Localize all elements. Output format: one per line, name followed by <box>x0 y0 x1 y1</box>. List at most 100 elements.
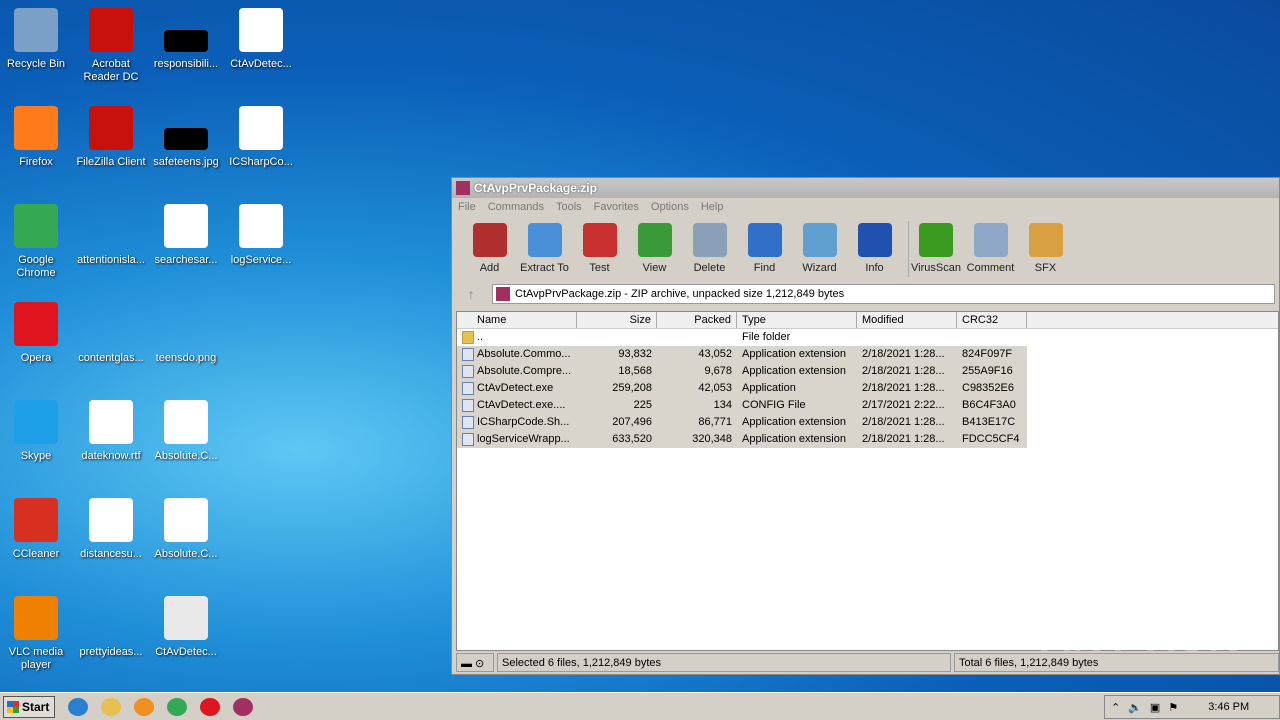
column-header-crc32[interactable]: CRC32 <box>957 312 1027 328</box>
file-row[interactable]: CtAvDetect.exe 259,208 42,053 Application 2/… <box>457 380 1278 397</box>
toolbar-add-button[interactable]: Add <box>462 221 517 277</box>
column-header-modified[interactable]: Modified <box>857 312 957 328</box>
desktop-icon-image <box>89 204 133 248</box>
menu-commands[interactable]: Commands <box>488 201 544 214</box>
toolbar-comment-button[interactable]: Comment <box>963 221 1018 277</box>
system-tray: ⌃ 🔈 ▣ ⚑ 3:46 PM <box>1104 695 1280 719</box>
network-icon[interactable]: ▣ <box>1150 701 1160 714</box>
toolbar-virusscan-button[interactable]: VirusScan <box>908 221 963 277</box>
menu-help[interactable]: Help <box>701 201 724 214</box>
taskbar-opera-icon[interactable] <box>200 697 220 716</box>
clock[interactable]: 3:46 PM <box>1208 701 1249 713</box>
address-text: CtAvpPrvPackage.zip - ZIP archive, unpac… <box>515 288 845 300</box>
desktop-icon[interactable]: dateknow.rtf <box>73 400 149 463</box>
taskbar-chrome-icon[interactable] <box>167 697 187 716</box>
desktop-icon[interactable]: ICSharpCo... <box>223 106 299 169</box>
column-header-packed[interactable]: Packed <box>657 312 737 328</box>
desktop-icon[interactable]: teensdo.png <box>148 302 224 365</box>
desktop-icon[interactable]: CtAvDetec... <box>223 8 299 71</box>
desktop-icon[interactable]: CCleaner <box>0 498 74 561</box>
menu-favorites[interactable]: Favorites <box>594 201 639 214</box>
desktop-icon[interactable]: Firefox <box>0 106 74 169</box>
toolbar-wizard-button[interactable]: Wizard <box>792 221 847 277</box>
desktop-icon[interactable]: responsibili... <box>148 8 224 71</box>
desktop-icon[interactable]: contentglas... <box>73 302 149 365</box>
menu-options[interactable]: Options <box>651 201 689 214</box>
file-icon <box>462 433 474 446</box>
taskbar-media-player-icon[interactable] <box>134 697 154 716</box>
desktop-icon-image <box>89 106 133 150</box>
desktop-icon[interactable]: attentionisla... <box>73 204 149 267</box>
desktop-icon[interactable]: Absolute.C... <box>148 400 224 463</box>
file-row[interactable]: .. File folder <box>457 329 1278 346</box>
desktop-icon[interactable]: Absolute.C... <box>148 498 224 561</box>
cell-name: CtAvDetect.exe <box>457 380 577 397</box>
cell-packed: 9,678 <box>657 363 737 380</box>
cell-crc <box>957 329 1027 346</box>
desktop-icon-image <box>164 204 208 248</box>
column-header-name[interactable]: Name <box>457 312 577 328</box>
desktop-icon-label: Skype <box>20 450 52 462</box>
taskbar-winrar-icon[interactable] <box>233 697 253 716</box>
column-header-type[interactable]: Type <box>737 312 857 328</box>
column-headers: Name Size Packed Type Modified CRC32 <box>457 312 1278 329</box>
file-row[interactable]: ICSharpCode.Sh... 207,496 86,771 Applicatio… <box>457 414 1278 431</box>
desktop-icon[interactable]: Opera <box>0 302 74 365</box>
book-icon <box>637 223 672 257</box>
desktop-icon-image <box>89 400 133 444</box>
desktop-icon-image <box>89 596 133 640</box>
file-row[interactable]: CtAvDetect.exe.... 225 134 CONFIG File 2/17/… <box>457 397 1278 414</box>
toolbar-sfx-button[interactable]: SFX <box>1018 221 1073 277</box>
desktop-icon-label: distancesu... <box>80 548 142 560</box>
desktop-icon[interactable]: logService... <box>223 204 299 267</box>
toolbar-view-button[interactable]: View <box>627 221 682 277</box>
desktop-icon-image <box>89 302 133 346</box>
desktop-icon[interactable]: Google Chrome <box>0 204 74 280</box>
desktop-icon[interactable]: FileZilla Client <box>73 106 149 169</box>
menu-tools[interactable]: Tools <box>556 201 582 214</box>
desktop-icon[interactable]: Recycle Bin <box>0 8 74 71</box>
toolbar-test-button[interactable]: Test <box>572 221 627 277</box>
desktop-icon[interactable]: distancesu... <box>73 498 149 561</box>
desktop-icon-image <box>14 596 58 640</box>
address-field[interactable]: CtAvpPrvPackage.zip - ZIP archive, unpac… <box>492 284 1275 304</box>
toolbar-delete-button[interactable]: Delete <box>682 221 737 277</box>
cell-packed: 320,348 <box>657 431 737 448</box>
menu-file[interactable]: File <box>458 201 476 214</box>
tray-expand-icon[interactable]: ⌃ <box>1111 701 1120 714</box>
flag-icon[interactable]: ⚑ <box>1168 701 1178 714</box>
file-row[interactable]: logServiceWrapp... 633,520 320,348 Applicat… <box>457 431 1278 448</box>
toolbar-find-button[interactable]: Find <box>737 221 792 277</box>
cell-name: .. <box>457 329 577 346</box>
cell-modified <box>857 329 957 346</box>
cell-packed: 134 <box>657 397 737 414</box>
title-bar[interactable]: CtAvpPrvPackage.zip <box>452 178 1279 198</box>
file-icon <box>462 348 474 361</box>
taskbar-explorer-icon[interactable] <box>101 697 121 716</box>
toolbar-info-button[interactable]: Info <box>847 221 902 277</box>
desktop-icon[interactable]: prettyideas... <box>73 596 149 659</box>
file-row[interactable]: Absolute.Commo... 93,832 43,052 Application… <box>457 346 1278 363</box>
cell-crc: 255A9F16 <box>957 363 1027 380</box>
toolbar: Add Extract To Test View Delete Find Wizard Inf… <box>452 217 1279 281</box>
taskbar-ie-icon[interactable] <box>68 697 88 716</box>
file-row[interactable]: Absolute.Compre... 18,568 9,678 Application… <box>457 363 1278 380</box>
up-arrow-icon[interactable]: ↑ <box>456 286 486 302</box>
cell-type: CONFIG File <box>737 397 857 414</box>
column-header-size[interactable]: Size <box>577 312 657 328</box>
desktop-icon-image <box>164 596 208 640</box>
desktop-icon[interactable]: Acrobat Reader DC <box>73 8 149 84</box>
desktop-icon-label: CtAvDetec... <box>155 646 217 658</box>
taskbar: Start ⌃ 🔈 ▣ ⚑ 3:46 PM <box>0 692 1280 720</box>
volume-icon[interactable]: 🔈 <box>1128 701 1142 714</box>
desktop-icon[interactable]: searchesar... <box>148 204 224 267</box>
desktop-icon-label: prettyideas... <box>79 646 143 658</box>
desktop-icon[interactable]: Skype <box>0 400 74 463</box>
start-button[interactable]: Start <box>3 695 55 718</box>
toolbar-extract-to-button[interactable]: Extract To <box>517 221 572 277</box>
desktop-icon[interactable]: CtAvDetec... <box>148 596 224 659</box>
winrar-window: CtAvpPrvPackage.zip File Commands Tools Fav… <box>451 177 1280 675</box>
cell-name: ICSharpCode.Sh... <box>457 414 577 431</box>
desktop-icon[interactable]: safeteens.jpg <box>148 106 224 169</box>
desktop-icon[interactable]: VLC media player <box>0 596 74 672</box>
